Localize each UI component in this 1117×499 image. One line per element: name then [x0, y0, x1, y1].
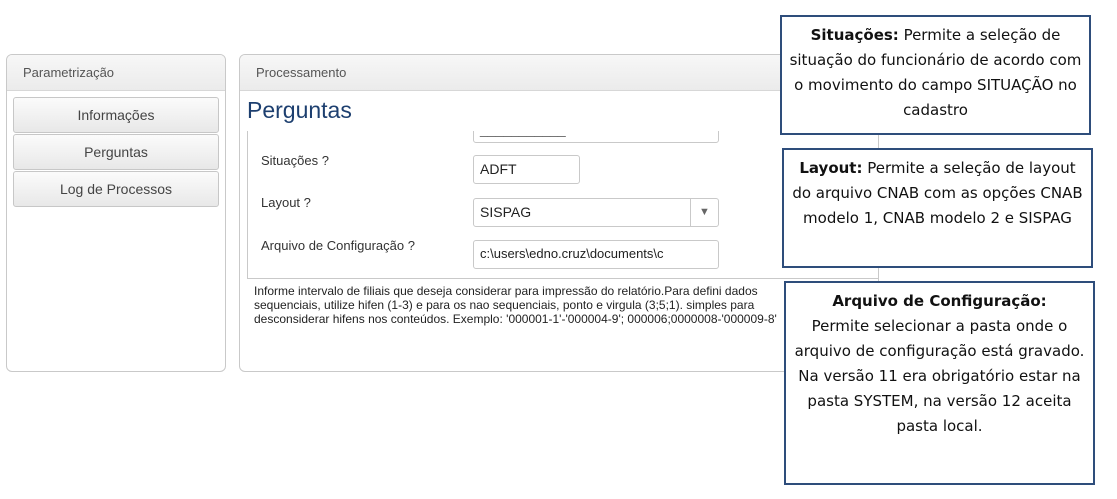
arquivo-callout: Arquivo de Configuração: Permite selecion… [784, 281, 1095, 485]
arquivo-callout-heading: Arquivo de Configuração: [832, 292, 1047, 310]
help-text: Informe intervalo de filiais que deseja … [254, 284, 777, 326]
informacoes-button[interactable]: Informações [13, 97, 219, 133]
layout-callout: Layout: Permite a seleção de layout do a… [782, 148, 1093, 268]
parametrizacao-panel: Parametrização Informações Perguntas Log… [6, 54, 226, 372]
page-title: Perguntas [247, 97, 352, 123]
parametrizacao-header: Parametrização [7, 55, 225, 91]
perguntas-button[interactable]: Perguntas [13, 134, 219, 170]
arquivo-callout-text: Permite selecionar a pasta onde o arquiv… [794, 317, 1085, 435]
arquivo-label: Arquivo de Configuração ? [261, 238, 415, 253]
arquivo-input[interactable]: c:\users\edno.cruz\documents\c [473, 240, 719, 269]
previous-field[interactable]: ___________ [473, 131, 719, 143]
layout-label: Layout ? [261, 195, 311, 210]
situacoes-callout: Situações: Permite a seleção de situação… [780, 15, 1091, 135]
layout-selected-value: SISPAG [480, 204, 532, 220]
chevron-down-icon[interactable]: ▼ [690, 199, 718, 226]
log-de-processos-button[interactable]: Log de Processos [13, 171, 219, 207]
situacoes-callout-heading: Situações: [810, 26, 899, 44]
layout-select[interactable]: SISPAG ▼ [473, 198, 719, 227]
situacoes-input[interactable]: ADFT [473, 155, 580, 184]
layout-callout-heading: Layout: [799, 159, 863, 177]
situacoes-label: Situações ? [261, 153, 329, 168]
